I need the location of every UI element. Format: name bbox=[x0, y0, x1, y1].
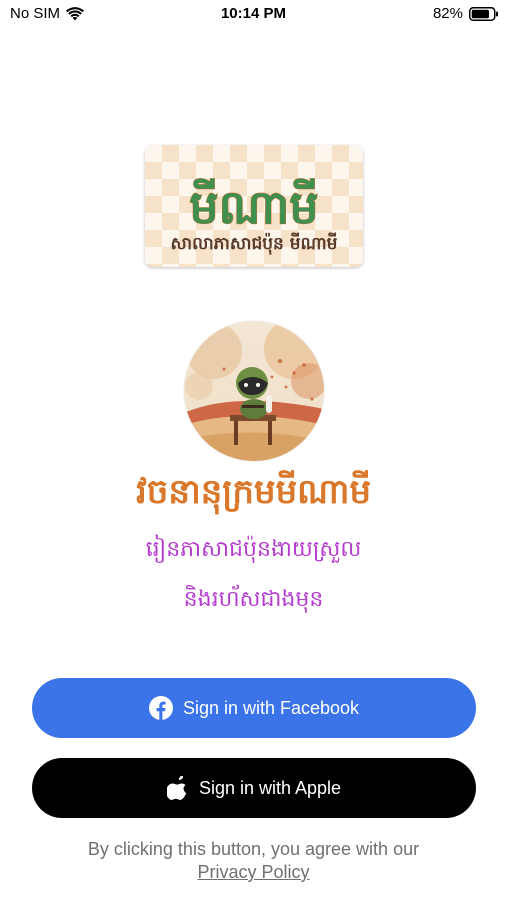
battery-group: 82% bbox=[433, 5, 499, 22]
login-screen: No SIM 10:14 PM 82% មីណាមី សាលាភាសាជប៉ុន… bbox=[0, 0, 507, 900]
mascot-avatar bbox=[184, 321, 324, 461]
logo-title: មីណាមី bbox=[189, 178, 318, 234]
sign-in-apple-button[interactable]: Sign in with Apple bbox=[32, 758, 476, 818]
school-logo: មីណាមី សាលាភាសាជប៉ុន មីណាមី bbox=[145, 145, 363, 267]
terms-disclaimer: By clicking this button, you agree with … bbox=[0, 838, 507, 884]
facebook-button-label: Sign in with Facebook bbox=[182, 697, 360, 718]
app-subtitle-line-1: រៀនភាសាជប៉ុនងាយស្រួល bbox=[145, 537, 362, 562]
battery-fill bbox=[471, 9, 489, 18]
battery-percentage: 82% bbox=[432, 5, 463, 22]
apple-icon bbox=[166, 776, 187, 800]
mascot-illustration bbox=[184, 321, 324, 461]
disclaimer-text: By clicking this button, you agree with … bbox=[87, 839, 420, 859]
facebook-icon bbox=[148, 696, 173, 720]
privacy-policy-link[interactable]: Privacy Policy bbox=[197, 861, 309, 884]
apple-button-label: Sign in with Apple bbox=[198, 777, 342, 798]
logo-subtitle: សាលាភាសាជប៉ុន មីណាមី bbox=[170, 234, 338, 254]
battery-icon bbox=[469, 6, 498, 21]
status-bar: No SIM 10:14 PM 82% bbox=[0, 0, 507, 30]
sign-in-facebook-button[interactable]: Sign in with Facebook bbox=[32, 678, 476, 738]
app-title: វចនានុក្រមមីណាមី bbox=[135, 472, 372, 512]
app-subtitle-line-2: និងរហ័សជាងមុន bbox=[183, 587, 324, 612]
status-time: 10:14 PM bbox=[220, 5, 287, 22]
